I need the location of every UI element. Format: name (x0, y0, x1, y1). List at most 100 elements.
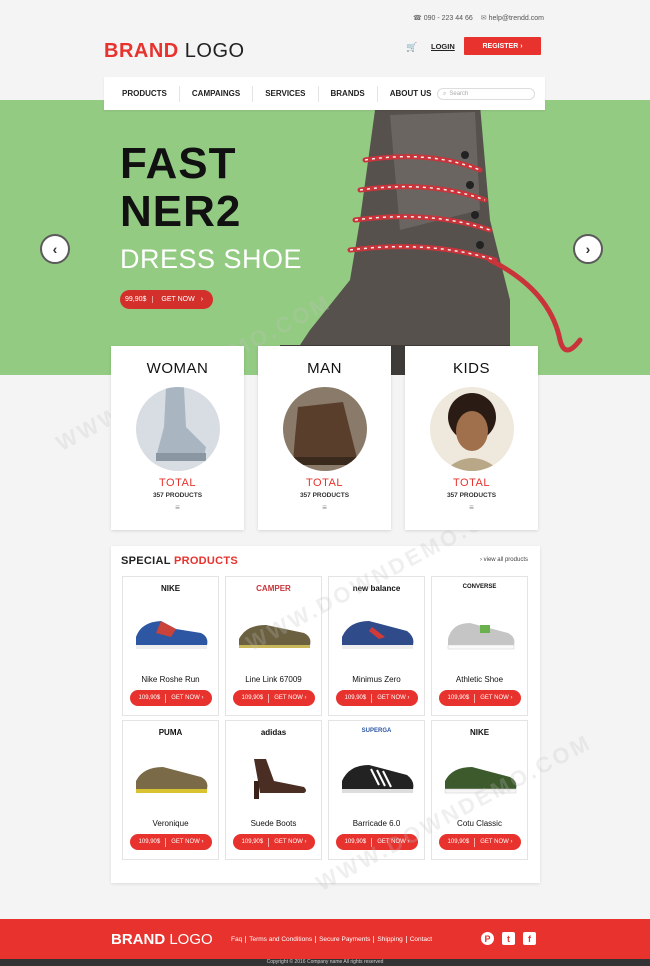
menu-icon[interactable]: ≡ (258, 503, 391, 512)
button-label: GET NOW › (274, 839, 307, 845)
footer-logo-text: LOGO (169, 931, 213, 948)
footer-link-contact[interactable]: Contact (407, 936, 435, 943)
brand-logo: PUMA (158, 728, 183, 737)
slider-prev-button[interactable]: ‹ (40, 234, 70, 264)
shoe-image (447, 623, 515, 650)
chevron-left-icon: ‹ (52, 241, 58, 257)
shoe-image (254, 759, 306, 799)
menu-icon[interactable]: ≡ (111, 503, 244, 512)
product-card[interactable]: NIKE Cotu Classic 109,90$ GET NOW › (431, 720, 528, 860)
product-card[interactable]: PUMA Veronique 109,90$ GET NOW › (122, 720, 219, 860)
hero-banner: FAST NER2 DRESS SHOE 99,90$ GET NOW › ‹ … (0, 100, 650, 375)
facebook-icon[interactable]: f (523, 932, 536, 945)
button-label: GET NOW › (377, 695, 410, 701)
hero-title-line1: FAST (120, 139, 237, 188)
category-card-kids[interactable]: KIDS TOTAL 357 PRODUCTS ≡ (405, 346, 538, 530)
section-title-a: SPECIAL (121, 555, 171, 567)
product-name: Cotu Classic (457, 819, 502, 828)
category-title: KIDS (452, 360, 490, 377)
slider-next-button[interactable]: › (573, 234, 603, 264)
hero-title: FAST NER2 (120, 140, 241, 236)
pinterest-icon[interactable]: P (481, 932, 494, 945)
category-total-label: TOTAL (306, 477, 343, 489)
get-now-button[interactable]: 109,90$ GET NOW › (336, 834, 418, 850)
product-card[interactable]: NIKE Nike Roshe Run 109,90$ GET NOW › (122, 576, 219, 716)
product-card[interactable]: new balance Minimus Zero 109,90$ GET NOW … (328, 576, 425, 716)
category-card-man[interactable]: MAN TOTAL 357 PRODUCTS ≡ (258, 346, 391, 530)
category-image-man (282, 387, 367, 471)
shoe-image (239, 625, 311, 648)
logo-brand-text: BRAND (104, 40, 179, 62)
phone-icon: ☎ (412, 15, 422, 22)
footer-link-secure-payments[interactable]: Secure Payments (316, 936, 375, 943)
get-now-button[interactable]: 109,90$ GET NOW › (233, 690, 315, 706)
shoe-image (136, 621, 208, 649)
copyright: Copyright © 2016 Company name All rights… (0, 959, 650, 966)
category-card-woman[interactable]: WOMAN TOTAL 357 PRODUCTS ≡ (111, 346, 244, 530)
social-links: P t f (481, 932, 536, 945)
category-count: 357 PRODUCTS (446, 492, 497, 499)
shoe-image (444, 767, 517, 794)
get-now-button[interactable]: 109,90$ GET NOW › (439, 690, 521, 706)
footer-logo[interactable]: BRAND LOGO (111, 931, 213, 948)
phone-number: 090 - 223 44 66 (423, 15, 473, 22)
shoe-image (342, 621, 414, 649)
main-nav: PRODUCTS CAMPAINGS SERVICES BRANDS ABOUT… (104, 77, 545, 110)
shoe-image (342, 765, 414, 793)
hero-price: 99,90$ (120, 296, 154, 303)
hero-subtitle: DRESS SHOE (120, 244, 303, 274)
product-name: Suede Boots (250, 819, 297, 828)
hero-title-line2: NER2 (120, 187, 242, 236)
footer: BRAND LOGO Faq Terms and Conditions Secu… (0, 919, 650, 959)
footer-link-terms[interactable]: Terms and Conditions (246, 936, 317, 943)
brand-logo[interactable]: BRAND LOGO (104, 40, 245, 63)
category-count: 357 PRODUCTS (152, 492, 203, 499)
product-name: Nike Roshe Run (141, 675, 200, 684)
get-now-button[interactable]: 109,90$ GET NOW › (439, 834, 521, 850)
search-input[interactable]: ⌕ Search (437, 88, 535, 100)
product-name: Line Link 67009 (245, 675, 302, 684)
boot-image (280, 105, 583, 375)
product-grid: NIKE Nike Roshe Run 109,90$ GET NOW › CAM… (122, 576, 528, 860)
nav-item-about-us[interactable]: ABOUT US (378, 86, 444, 102)
twitter-icon[interactable]: t (502, 932, 515, 945)
product-card[interactable]: adidas Suede Boots 109,90$ GET NOW › (225, 720, 322, 860)
chevron-right-icon: › (200, 296, 204, 303)
brand-logo: NIKE (160, 584, 181, 593)
product-card[interactable]: SUPERGA Barricade 6.0 109,90$ GET NOW › (328, 720, 425, 860)
top-contact-bar: ☎ 090 - 223 44 66 ✉ help@trendd.com (413, 14, 544, 22)
product-price: 109,90$ (447, 695, 470, 701)
section-title: SPECIAL PRODUCTS (121, 555, 238, 567)
hero-get-now-button[interactable]: 99,90$ GET NOW › (120, 290, 213, 309)
button-label: GET NOW › (171, 839, 204, 845)
get-now-button[interactable]: 109,90$ GET NOW › (233, 834, 315, 850)
product-card[interactable]: CONVERSE Athletic Shoe 109,90$ GET NOW › (431, 576, 528, 716)
view-all-link[interactable]: › view all products (480, 557, 528, 563)
nav-item-campaings[interactable]: CAMPAINGS (180, 85, 254, 102)
product-name: Veronique (152, 819, 189, 828)
footer-link-faq[interactable]: Faq (231, 936, 247, 943)
nav-item-brands[interactable]: BRANDS (319, 85, 378, 102)
email-link[interactable]: help@trendd.com (489, 15, 544, 22)
get-now-button[interactable]: 109,90$ GET NOW › (130, 690, 212, 706)
nav-item-services[interactable]: SERVICES (253, 85, 319, 102)
product-card[interactable]: CAMPER Line Link 67009 109,90$ GET NOW › (225, 576, 322, 716)
cart-icon[interactable]: 🛒 (406, 42, 417, 53)
button-label: GET NOW › (480, 695, 513, 701)
section-title-b: PRODUCTS (173, 555, 239, 567)
button-label: GET NOW › (480, 839, 513, 845)
product-name: Barricade 6.0 (352, 819, 401, 828)
login-link[interactable]: LOGIN (431, 42, 455, 51)
product-price: 109,90$ (241, 839, 264, 845)
footer-link-shipping[interactable]: Shipping (374, 936, 407, 943)
register-button[interactable]: REGISTER › (464, 37, 541, 55)
nav-item-products[interactable]: PRODUCTS (110, 85, 180, 102)
product-name: Athletic Shoe (455, 675, 504, 684)
product-price: 109,90$ (344, 839, 367, 845)
hero-cta-label: GET NOW (161, 296, 195, 303)
search-placeholder: Search (449, 91, 469, 97)
get-now-button[interactable]: 109,90$ GET NOW › (336, 690, 418, 706)
menu-icon[interactable]: ≡ (405, 503, 538, 512)
product-price: 109,90$ (447, 839, 470, 845)
get-now-button[interactable]: 109,90$ GET NOW › (130, 834, 212, 850)
